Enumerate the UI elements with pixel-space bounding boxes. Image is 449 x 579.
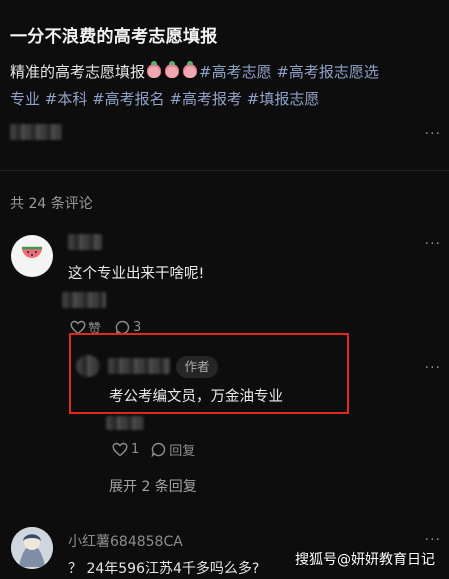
comment-text: ？ 24年596江苏4千多吗么多? xyxy=(68,561,260,577)
watermelon-icon xyxy=(22,246,42,258)
peach-emoji-icon xyxy=(165,61,180,78)
comment-text: 这个专业出来干啥呢! xyxy=(68,266,205,282)
reply-text: 考公考编文员，万金油专业 xyxy=(109,389,283,405)
reply-avatar-blurred[interactable] xyxy=(76,355,100,377)
reply-reply-button[interactable]: 回复 xyxy=(151,440,195,459)
expand-replies-link[interactable]: 展开 2 条回复 xyxy=(109,476,197,496)
divider xyxy=(0,170,449,171)
commenter-avatar[interactable] xyxy=(11,235,53,277)
reply-actions: 1 回复 xyxy=(112,440,195,459)
reply-author-name-blurred[interactable] xyxy=(108,358,170,374)
commenter-name-blurred[interactable] xyxy=(68,234,102,250)
watermark: 搜狐号@妍妍教育日记 xyxy=(295,552,435,568)
anime-avatar-icon xyxy=(11,527,53,569)
comment-more-icon[interactable]: ··· xyxy=(425,236,441,252)
commenter-username[interactable]: 小红薯684858CA xyxy=(68,531,183,551)
peach-emoji-icon xyxy=(183,61,198,78)
post-tags-line2[interactable]: 专业 #本科 #高考报名 #高考报考 #填报志愿 xyxy=(10,90,319,108)
post-tags-line1[interactable]: #高考志愿 #高考报志愿选 xyxy=(199,63,379,81)
peach-emoji-icon xyxy=(147,61,162,78)
reply-time-blurred xyxy=(106,416,144,430)
post-more-icon[interactable]: ··· xyxy=(425,126,441,142)
reply-more-icon[interactable]: ··· xyxy=(425,360,441,376)
post-title: 一分不浪费的高考志愿填报 xyxy=(10,27,218,47)
author-badge: 作者 xyxy=(176,356,218,378)
comment-count: 共 24 条评论 xyxy=(10,196,93,212)
reply-like-button[interactable]: 1 xyxy=(112,442,139,457)
post-date-blurred xyxy=(10,124,62,140)
post-description: 精准的高考志愿填报 #高考志愿 #高考报志愿选 专业 #本科 #高考报名 #高考报… xyxy=(10,59,448,113)
comment-bubble-icon xyxy=(151,442,166,457)
post-desc-prefix: 精准的高考志愿填报 xyxy=(10,63,146,81)
heart-icon xyxy=(112,442,128,457)
reply-reply-label: 回复 xyxy=(169,444,196,459)
comment-time-blurred xyxy=(62,292,106,308)
commenter-avatar[interactable] xyxy=(11,527,53,569)
reply-like-count: 1 xyxy=(131,442,140,457)
comment-more-icon[interactable]: ··· xyxy=(425,532,441,548)
